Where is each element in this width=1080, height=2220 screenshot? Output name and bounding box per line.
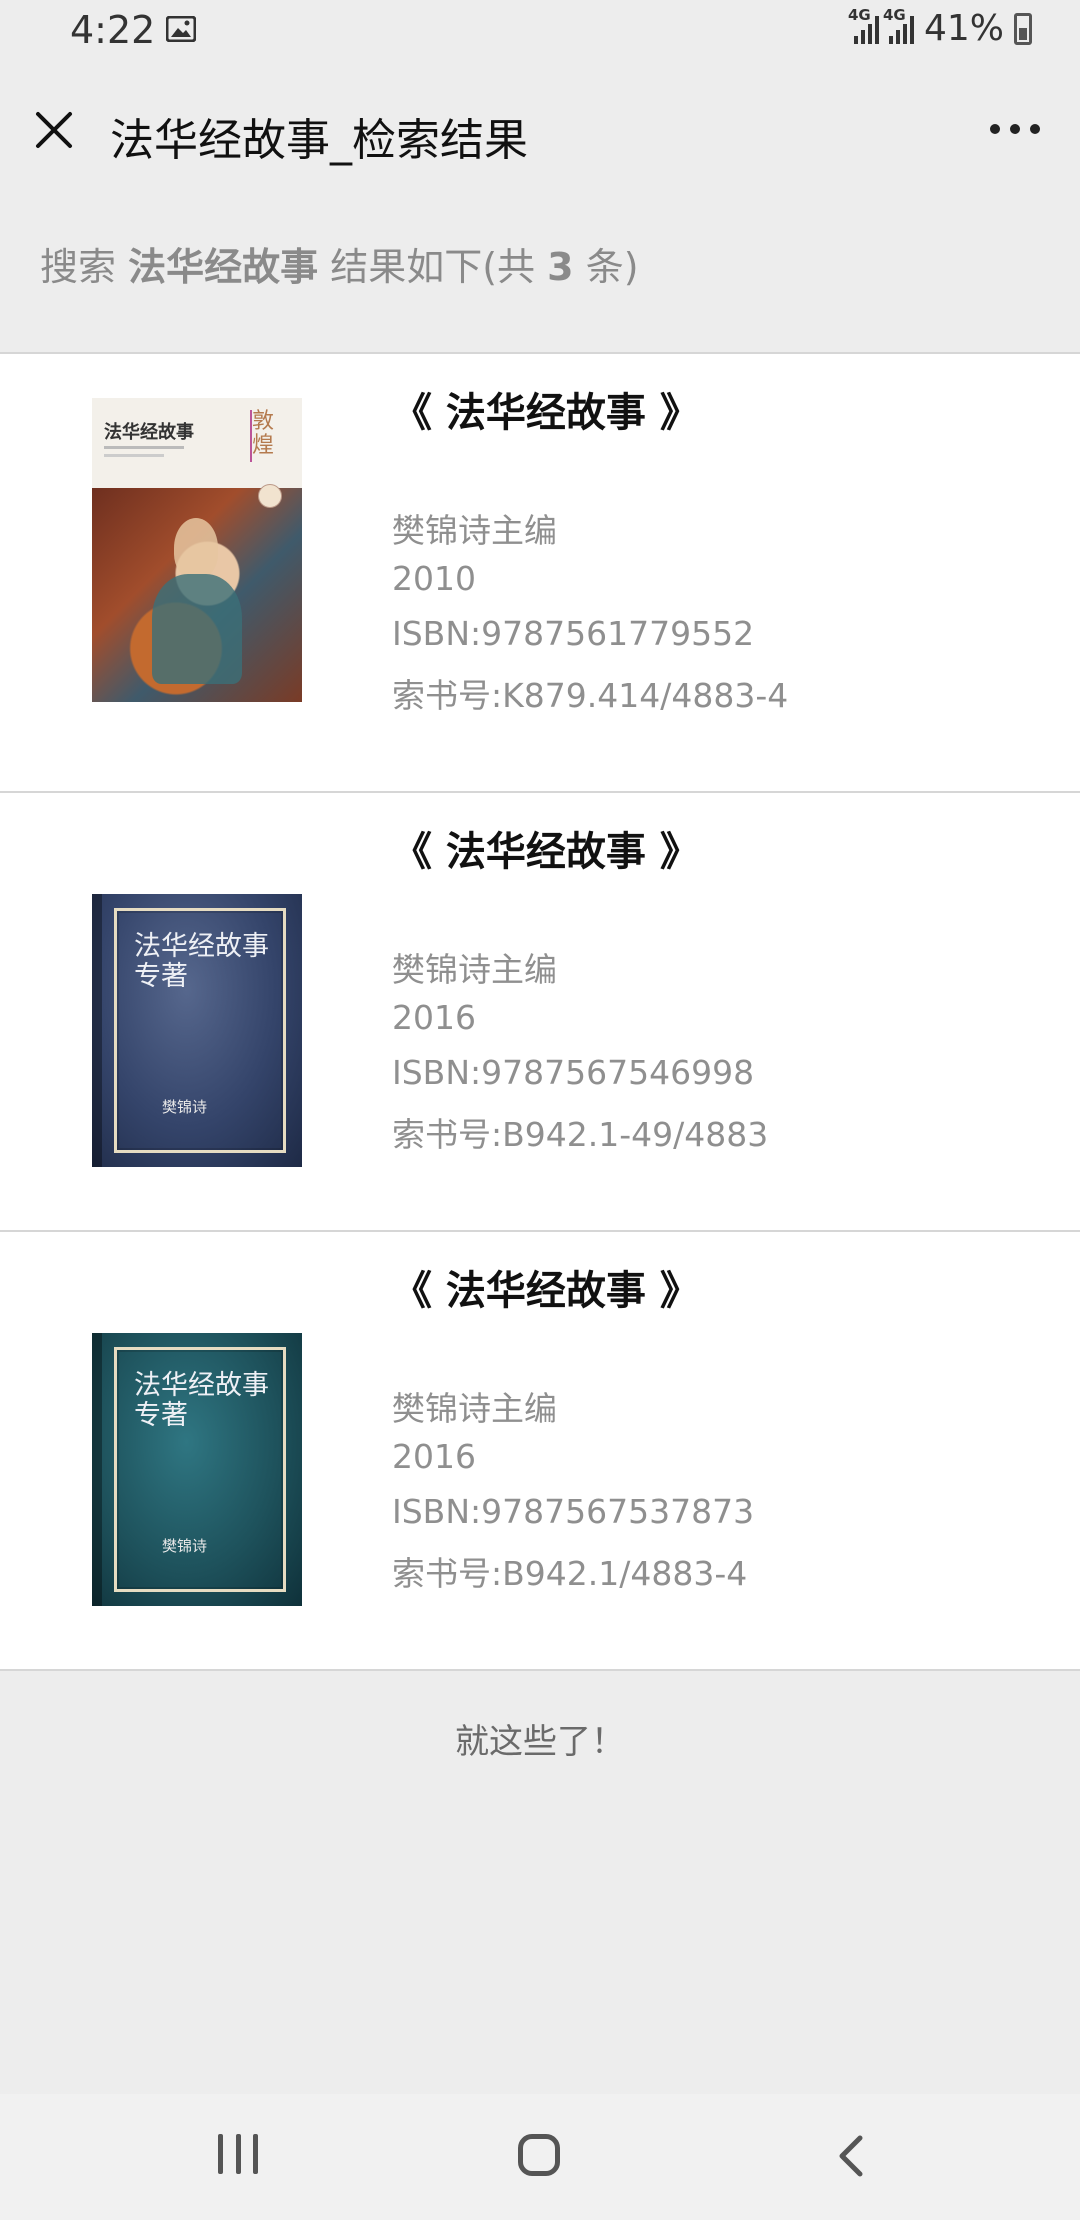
- book-title[interactable]: 《 法华经故事 》: [392, 819, 700, 877]
- search-summary: 搜索 法华经故事 结果如下(共 3 条): [40, 245, 639, 289]
- book-year: 2016: [392, 998, 476, 1037]
- book-call-number: 索书号:K879.414/4883-4: [392, 676, 789, 715]
- book-year: 2016: [392, 1437, 476, 1476]
- status-indicators: 4G 4G 41%: [848, 6, 1032, 49]
- book-isbn: ISBN:9787567537873: [392, 1492, 755, 1531]
- book-cover-image[interactable]: 法华经故事专著 樊锦诗: [92, 894, 302, 1167]
- results-list: 法华经故事 敦煌 《 法华经故事 》 樊锦诗主编 2010 ISBN:97875…: [0, 352, 1080, 1671]
- signal-icon-1: 4G: [848, 6, 879, 44]
- book-author: 樊锦诗主编: [392, 950, 557, 989]
- back-icon[interactable]: [832, 2134, 872, 2178]
- page-title: 法华经故事_检索结果: [110, 115, 528, 166]
- title-bar: 法华经故事_检索结果: [0, 66, 1080, 192]
- result-item[interactable]: 法华经故事专著 樊锦诗 《 法华经故事 》 樊锦诗主编 2016 ISBN:97…: [0, 793, 1080, 1232]
- system-nav-bar: [0, 2094, 1080, 2220]
- book-call-number: 索书号:B942.1-49/4883: [392, 1115, 769, 1154]
- book-isbn: ISBN:9787567546998: [392, 1053, 755, 1092]
- book-isbn: ISBN:9787561779552: [392, 614, 755, 653]
- end-of-results-note: 就这些了！: [455, 1722, 625, 1762]
- book-author: 樊锦诗主编: [392, 1389, 557, 1428]
- status-time: 4:22: [70, 8, 156, 52]
- book-year: 2010: [392, 559, 476, 598]
- close-icon[interactable]: [30, 106, 78, 154]
- recent-apps-icon[interactable]: [218, 2134, 258, 2178]
- result-item[interactable]: 法华经故事 敦煌 《 法华经故事 》 樊锦诗主编 2010 ISBN:97875…: [0, 354, 1080, 793]
- book-cover-image[interactable]: 法华经故事专著 樊锦诗: [92, 1333, 302, 1606]
- signal-icon-2: 4G: [883, 6, 914, 44]
- gallery-notification-icon: [166, 16, 196, 42]
- book-title[interactable]: 《 法华经故事 》: [392, 380, 700, 438]
- search-query: 法华经故事: [128, 245, 319, 289]
- book-call-number: 索书号:B942.1/4883-4: [392, 1554, 748, 1593]
- book-title[interactable]: 《 法华经故事 》: [392, 1258, 700, 1316]
- more-options-icon[interactable]: [990, 124, 1040, 136]
- result-item[interactable]: 法华经故事专著 樊锦诗 《 法华经故事 》 樊锦诗主编 2016 ISBN:97…: [0, 1232, 1080, 1671]
- battery-icon: [1014, 12, 1032, 45]
- book-cover-image[interactable]: 法华经故事 敦煌: [92, 398, 302, 702]
- battery-percent: 41%: [923, 8, 1004, 49]
- book-author: 樊锦诗主编: [392, 511, 557, 550]
- result-count: 3: [547, 245, 574, 289]
- home-icon[interactable]: [518, 2134, 560, 2176]
- status-bar: 4:22 4G 4G 41%: [0, 0, 1080, 66]
